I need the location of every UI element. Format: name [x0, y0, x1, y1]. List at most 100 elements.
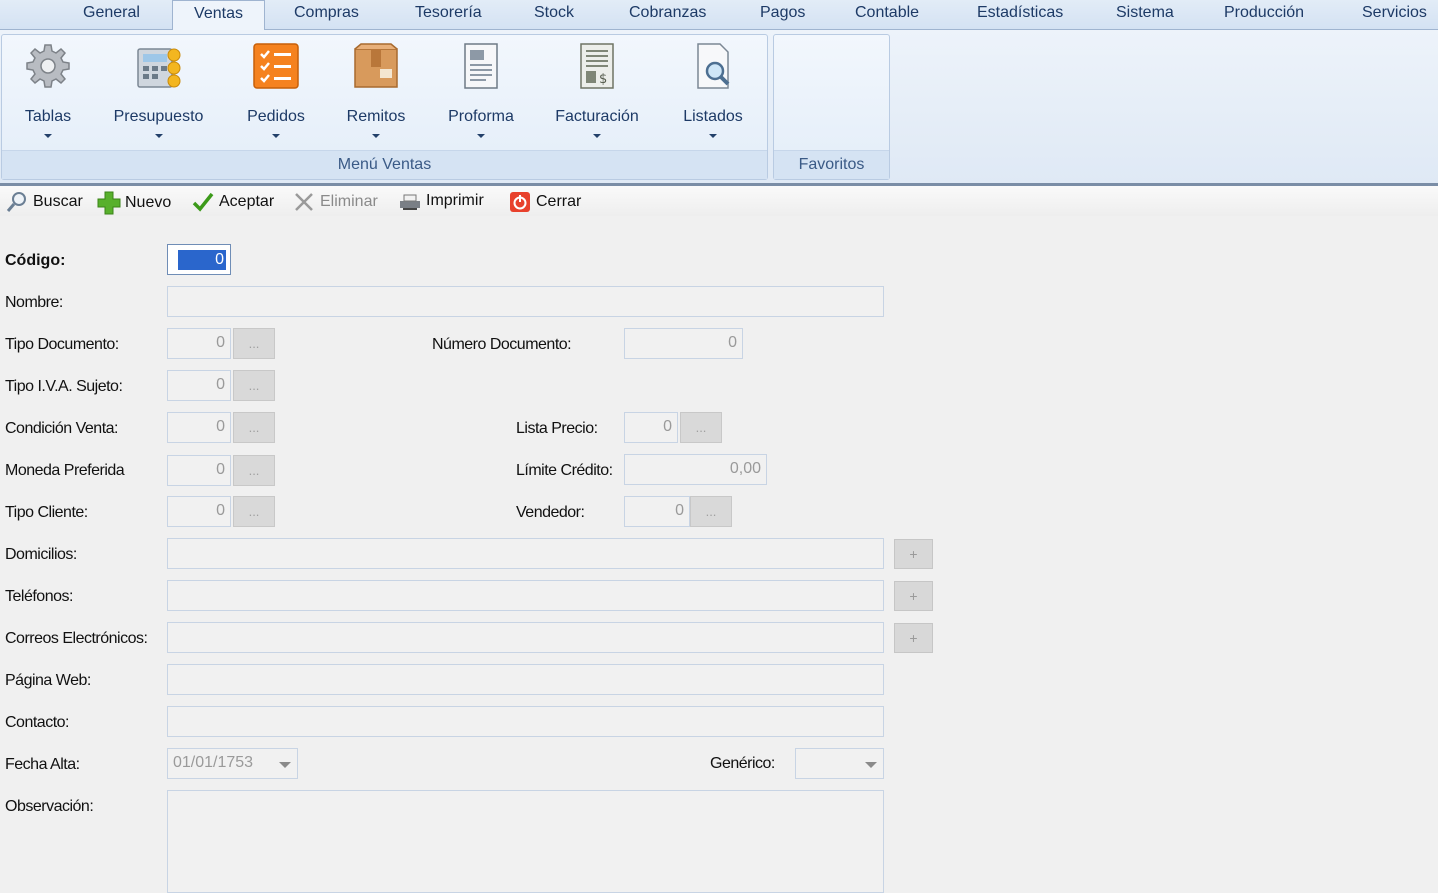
telefonos-input[interactable] — [167, 580, 884, 611]
pedidos-label: Pedidos — [247, 108, 305, 125]
tab-estadisticas[interactable]: Estadísticas — [977, 4, 1063, 22]
facturacion-button[interactable]: $ Facturación — [548, 41, 646, 138]
search-icon — [6, 192, 26, 212]
tipo-iva-input[interactable]: 0 — [167, 370, 231, 401]
numero-documento-label: Número Documento: — [432, 336, 572, 353]
tab-pagos[interactable]: Pagos — [760, 4, 805, 22]
contacto-input[interactable] — [167, 706, 884, 737]
tipo-iva-lookup-button[interactable]: ... — [233, 370, 275, 401]
tab-tesoreria[interactable]: Tesorería — [415, 4, 482, 22]
imprimir-button[interactable]: Imprimir — [398, 191, 484, 211]
numero-documento-input[interactable]: 0 — [624, 328, 743, 359]
generico-select[interactable] — [795, 748, 884, 779]
tablas-button[interactable]: Tablas — [4, 41, 92, 138]
cerrar-label: Cerrar — [536, 193, 582, 210]
document-icon — [464, 43, 498, 89]
tipo-documento-input[interactable]: 0 — [167, 328, 231, 359]
domicilios-input[interactable] — [167, 538, 884, 569]
nuevo-label: Nuevo — [125, 194, 172, 211]
favoritos-group: Favoritos — [773, 34, 890, 180]
chevron-down-icon — [279, 762, 291, 768]
observacion-label: Observación: — [5, 798, 94, 815]
tab-stock[interactable]: Stock — [534, 4, 574, 22]
chevron-down-icon — [477, 134, 485, 138]
tipo-cliente-input[interactable]: 0 — [167, 496, 231, 527]
limite-credito-input[interactable]: 0,00 — [624, 454, 767, 485]
correos-input[interactable] — [167, 622, 884, 653]
contacto-label: Contacto: — [5, 714, 69, 731]
tipo-documento-lookup-button[interactable]: ... — [233, 328, 275, 359]
chevron-down-icon — [593, 134, 601, 138]
eliminar-label: Eliminar — [320, 193, 378, 210]
nombre-input[interactable] — [167, 286, 884, 317]
nombre-label: Nombre: — [5, 294, 63, 311]
chevron-down-icon — [865, 762, 877, 768]
printer-icon — [400, 194, 420, 210]
tab-compras[interactable]: Compras — [294, 4, 359, 22]
condicion-venta-lookup-button[interactable]: ... — [233, 412, 275, 443]
tipo-cliente-label: Tipo Cliente: — [5, 504, 88, 521]
imprimir-label: Imprimir — [426, 192, 484, 209]
pagina-web-input[interactable] — [167, 664, 884, 695]
aceptar-button[interactable]: Aceptar — [192, 191, 274, 213]
domicilios-label: Domicilios: — [5, 546, 77, 563]
gear-icon — [26, 44, 70, 88]
invoice-icon: $ — [580, 43, 614, 89]
vendedor-label: Vendedor: — [516, 504, 585, 521]
chevron-down-icon — [44, 134, 52, 138]
tab-produccion[interactable]: Producción — [1224, 4, 1304, 22]
fecha-alta-label: Fecha Alta: — [5, 756, 80, 773]
moneda-input[interactable]: 0 — [167, 455, 231, 486]
checkmark-icon — [192, 192, 214, 212]
vendedor-lookup-button[interactable]: ... — [690, 496, 732, 527]
tab-sistema[interactable]: Sistema — [1116, 4, 1174, 22]
tab-cobranzas[interactable]: Cobranzas — [629, 4, 706, 22]
remitos-label: Remitos — [346, 108, 406, 125]
checklist-icon — [253, 43, 299, 89]
codigo-label: Código: — [5, 252, 66, 269]
condicion-venta-input[interactable]: 0 — [167, 412, 231, 443]
tab-contable[interactable]: Contable — [855, 4, 919, 22]
facturacion-label: Facturación — [555, 108, 639, 125]
moneda-label: Moneda Preferida — [5, 462, 125, 479]
svg-text:$: $ — [599, 72, 607, 87]
tab-general[interactable]: General — [83, 4, 140, 22]
generico-label: Genérico: — [710, 755, 775, 772]
proforma-button[interactable]: Proforma — [438, 41, 524, 138]
remitos-button[interactable]: Remitos — [336, 41, 416, 138]
codigo-value: 0 — [178, 250, 226, 270]
aceptar-label: Aceptar — [219, 193, 275, 210]
tablas-label: Tablas — [24, 108, 72, 125]
lista-precio-lookup-button[interactable]: ... — [680, 412, 722, 443]
favoritos-group-label: Favoritos — [774, 150, 889, 179]
codigo-input[interactable]: 0 — [167, 244, 231, 275]
observacion-textarea[interactable] — [167, 790, 884, 893]
buscar-label: Buscar — [33, 193, 83, 210]
presupuesto-button[interactable]: Presupuesto — [106, 41, 211, 138]
moneda-lookup-button[interactable]: ... — [233, 455, 275, 486]
add-domicilio-button[interactable]: + — [894, 539, 933, 569]
chevron-down-icon — [372, 134, 380, 138]
lista-precio-input[interactable]: 0 — [624, 412, 678, 443]
listados-label: Listados — [683, 108, 743, 125]
buscar-button[interactable]: Buscar — [6, 191, 83, 213]
budget-icon — [136, 48, 180, 88]
telefonos-label: Teléfonos: — [5, 588, 73, 605]
nuevo-button[interactable]: Nuevo — [97, 191, 171, 215]
add-telefono-button[interactable]: + — [894, 581, 933, 611]
pedidos-button[interactable]: Pedidos — [236, 41, 316, 138]
vendedor-input[interactable]: 0 — [624, 496, 690, 527]
delete-icon — [295, 193, 313, 211]
tipo-cliente-lookup-button[interactable]: ... — [233, 496, 275, 527]
tab-servicios[interactable]: Servicios — [1362, 4, 1427, 22]
chevron-down-icon — [154, 134, 163, 138]
cerrar-button[interactable]: Cerrar — [509, 191, 581, 213]
add-correo-button[interactable]: + — [894, 623, 933, 653]
presupuesto-label: Presupuesto — [113, 108, 204, 125]
fecha-alta-datepicker[interactable]: 01/01/1753 — [167, 748, 298, 779]
tipo-documento-label: Tipo Documento: — [5, 336, 119, 353]
power-icon — [510, 192, 530, 212]
tab-ventas[interactable]: Ventas — [172, 0, 265, 31]
listados-button[interactable]: Listados — [672, 41, 754, 138]
eliminar-button[interactable]: Eliminar — [293, 191, 378, 213]
